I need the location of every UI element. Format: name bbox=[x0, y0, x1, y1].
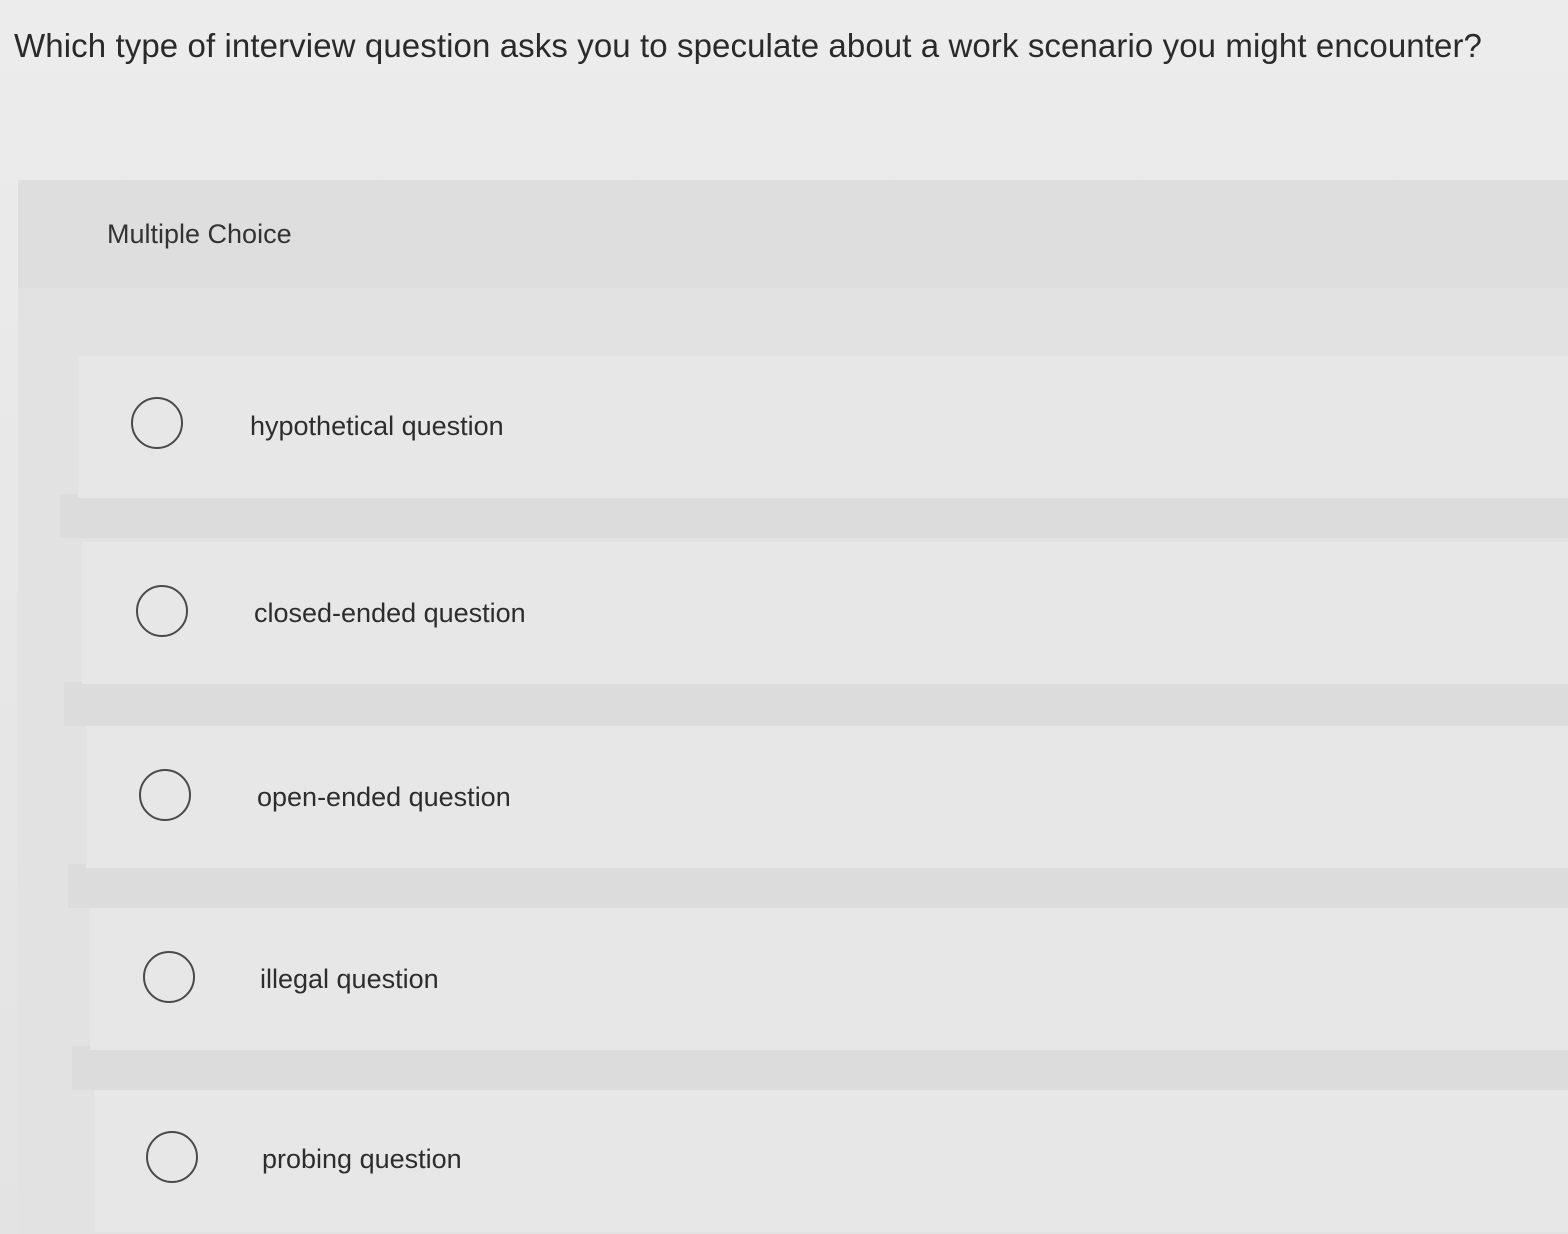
option-closed-ended-question[interactable]: closed-ended question bbox=[82, 542, 1568, 684]
option-label: illegal question bbox=[260, 964, 439, 994]
question-text: Which type of interview question asks yo… bbox=[14, 27, 1482, 64]
option-label: closed-ended question bbox=[254, 598, 526, 628]
radio-button[interactable] bbox=[136, 585, 188, 637]
option-label: hypothetical question bbox=[250, 411, 504, 441]
panel-title: Multiple Choice bbox=[107, 219, 292, 249]
option-open-ended-question[interactable]: open-ended question bbox=[86, 726, 1568, 868]
option-separator bbox=[68, 864, 1568, 908]
option-probing-question[interactable]: probing question bbox=[94, 1090, 1568, 1232]
option-separator bbox=[64, 682, 1568, 726]
panel-header: Multiple Choice bbox=[18, 180, 1568, 288]
option-separator bbox=[60, 494, 1568, 538]
option-hypothetical-question[interactable]: hypothetical question bbox=[78, 356, 1568, 498]
radio-button[interactable] bbox=[131, 397, 183, 449]
option-label: probing question bbox=[262, 1144, 462, 1174]
radio-button[interactable] bbox=[139, 769, 191, 821]
radio-button[interactable] bbox=[146, 1131, 198, 1183]
option-label: open-ended question bbox=[257, 782, 511, 812]
option-separator bbox=[72, 1046, 1568, 1090]
radio-button[interactable] bbox=[143, 951, 195, 1003]
option-illegal-question[interactable]: illegal question bbox=[90, 908, 1568, 1050]
